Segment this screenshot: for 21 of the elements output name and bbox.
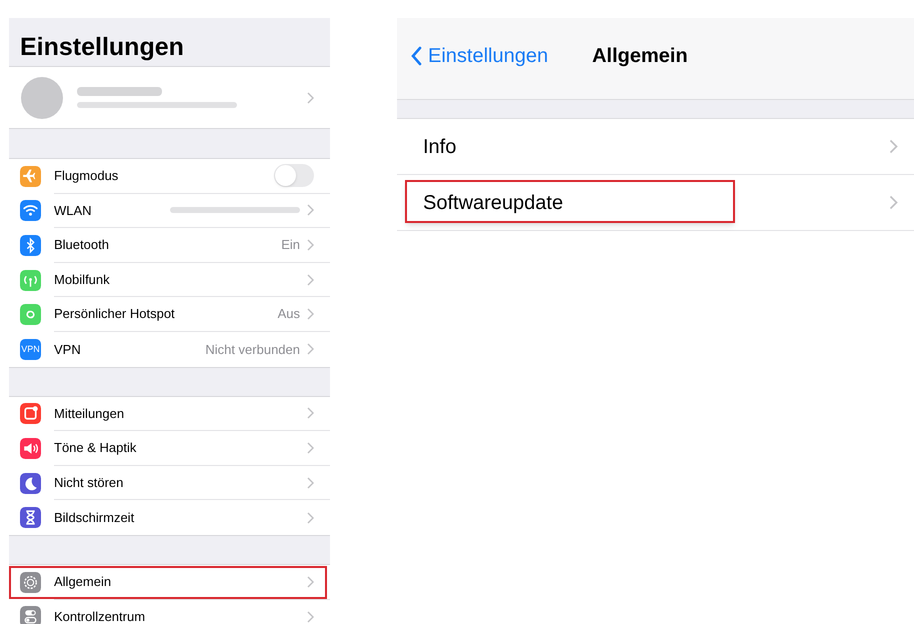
row-label[interactable]: Info [423, 132, 889, 162]
row-label[interactable]: Nicht stören [54, 472, 300, 492]
row-label[interactable]: Bildschirmzeit [54, 508, 300, 528]
row-label[interactable]: Flugmodus [54, 166, 267, 186]
row-value: Aus [278, 305, 300, 324]
row-label[interactable]: Softwareupdate [423, 188, 889, 218]
vpn-icon: VPN [20, 338, 41, 360]
screen-title: Einstellungen [20, 35, 184, 60]
screen-title: Allgemein [592, 44, 688, 68]
row-label[interactable]: Persönlicher Hotspot [54, 304, 271, 324]
back-button[interactable]: Einstellungen [411, 40, 548, 70]
row-label[interactable]: Mobilfunk [54, 270, 300, 290]
row-value: Ein [281, 236, 300, 254]
row-value: Nicht verbunden [205, 340, 300, 359]
row-label[interactable]: WLAN [54, 200, 163, 220]
row-label[interactable]: Töne & Haptik [54, 438, 300, 458]
row-label[interactable]: Bluetooth [54, 235, 274, 255]
row-label[interactable]: Mitteilungen [54, 404, 300, 424]
row-label[interactable]: VPN [54, 340, 198, 360]
row-label[interactable]: Kontrollzentrum [54, 607, 300, 624]
row-label[interactable]: Allgemein [54, 572, 300, 592]
